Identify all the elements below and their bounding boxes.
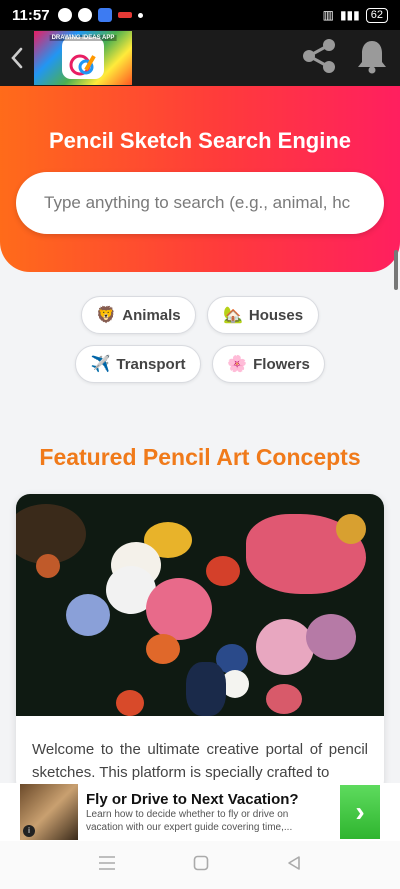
chip-houses[interactable]: 🏡 Houses — [207, 296, 319, 334]
app-bar-actions — [300, 37, 400, 80]
vibrate-icon: ▥ — [322, 8, 334, 22]
search-input[interactable] — [16, 172, 384, 234]
recording-icon — [117, 12, 132, 18]
app-notification-icon — [97, 8, 112, 22]
ad-go-button[interactable]: › — [340, 785, 380, 839]
bell-icon — [358, 40, 386, 73]
lion-icon: 🦁 — [96, 307, 117, 324]
ad-body: Fly or Drive to Next Vacation? Learn how… — [86, 791, 326, 834]
hero-title: Pencil Sketch Search Engine — [48, 128, 351, 153]
battery-icon: 62 — [365, 7, 388, 23]
ad-description: Learn how to decide whether to fly or dr… — [86, 808, 293, 833]
menu-icon — [99, 855, 116, 870]
status-notification-icons — [57, 8, 143, 22]
chevron-right-icon: › — [355, 796, 365, 827]
share-icon — [303, 38, 335, 73]
signal-icon: ▮▮▮ — [339, 8, 360, 22]
system-nav-bar — [0, 841, 400, 889]
status-time: 11:57 — [12, 6, 50, 24]
more-notifications-icon — [137, 12, 143, 18]
house-icon: 🏡 — [222, 307, 243, 324]
chip-label: Flowers — [253, 355, 310, 373]
ad-title: Fly or Drive to Next Vacation? — [86, 790, 299, 808]
ad-banner[interactable]: i Fly or Drive to Next Vacation? Learn h… — [0, 783, 400, 841]
ad-thumbnail: i — [20, 784, 78, 840]
logo-brush-icon: DRAWING IDEAS APP — [49, 35, 117, 79]
featured-card-text: Welcome to the ultimate creative portal … — [32, 741, 368, 781]
menu-button[interactable] — [98, 855, 116, 875]
featured-card[interactable]: Welcome to the ultimate creative portal … — [16, 494, 384, 794]
blossom-icon: 🌸 — [227, 356, 248, 373]
home-icon — [193, 855, 209, 870]
chip-label: Animals — [122, 306, 181, 324]
chevron-left-icon — [11, 47, 23, 69]
logo-text: DRAWING IDEAS APP — [49, 35, 117, 41]
share-button[interactable] — [300, 37, 338, 80]
nav-back-button[interactable] — [286, 855, 302, 876]
ad-info-icon[interactable]: i — [23, 825, 35, 837]
app-logo: DRAWING IDEAS APP — [34, 31, 132, 85]
status-right-icons: ▥ ▮▮▮ 62 — [322, 7, 388, 23]
chip-label: Transport — [116, 355, 186, 373]
scrollbar[interactable] — [394, 250, 398, 290]
pinterest-icon — [77, 8, 92, 22]
status-bar: 11:57 ▥ ▮▮▮ 62 — [0, 0, 400, 30]
airplane-icon: ✈️ — [90, 356, 111, 373]
home-button[interactable] — [193, 855, 209, 876]
chip-transport[interactable]: ✈️ Transport — [75, 345, 201, 383]
chip-label: Houses — [248, 306, 304, 324]
notifications-button[interactable] — [356, 38, 388, 79]
whatsapp-icon — [57, 8, 72, 22]
back-button[interactable] — [0, 30, 34, 86]
featured-flower-painting — [16, 494, 384, 716]
featured-section-title: Featured Pencil Art Concepts — [39, 444, 361, 470]
app-bar: DRAWING IDEAS APP — [0, 30, 400, 86]
chip-flowers[interactable]: 🌸 Flowers — [212, 345, 325, 383]
back-triangle-icon — [287, 855, 300, 870]
chip-animals[interactable]: 🦁 Animals — [81, 296, 196, 334]
